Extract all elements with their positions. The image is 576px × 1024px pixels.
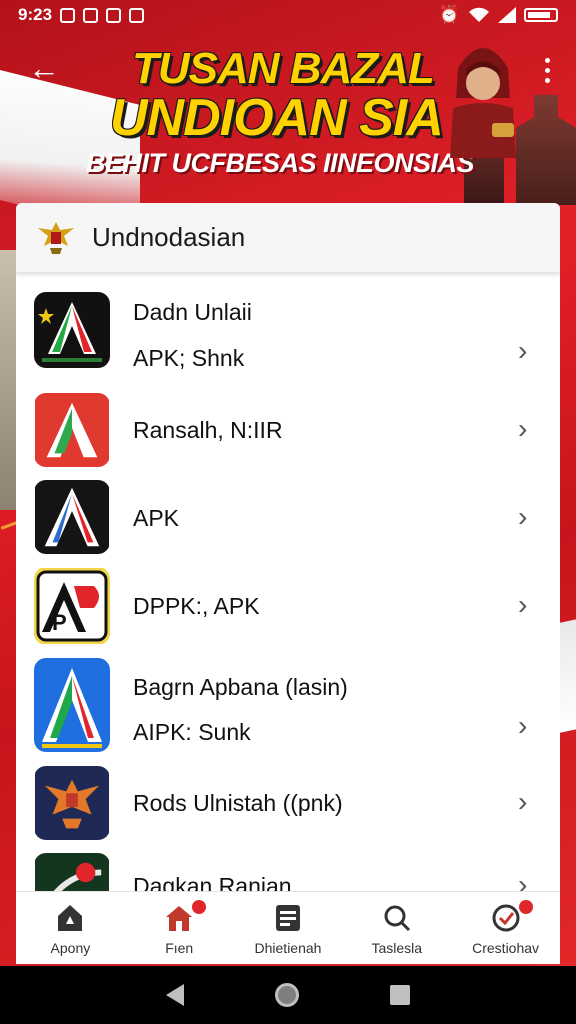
- nav-item-dhietienah[interactable]: Dhietienah: [234, 892, 343, 964]
- dot-icon: [544, 67, 550, 73]
- chevron-right-icon: ›: [518, 710, 528, 741]
- banner-title-line2: UNDIOAN SIA: [110, 89, 444, 147]
- notification-icon: [106, 7, 122, 23]
- app-name: Dadn Unlaii: [133, 299, 252, 325]
- chevron-right-icon: ›: [518, 335, 528, 366]
- bottom-navigation: Apony Fıen Dhietienah Taslesla Crestioha: [16, 891, 560, 964]
- search-icon: [384, 905, 410, 932]
- dot-icon: [544, 57, 550, 63]
- app-name: APK: [133, 505, 180, 531]
- wifi-icon: [469, 7, 489, 22]
- panel-header: Undnodasian: [16, 203, 560, 273]
- notification-icon: [129, 7, 145, 23]
- a-logo-blue-icon: [34, 658, 110, 752]
- battery-icon: [524, 8, 558, 22]
- list-item[interactable]: Rods Ulnistah ((pnk) ›: [16, 766, 560, 846]
- panel-title: Undnodasian: [92, 222, 246, 252]
- mascot-illustration: [450, 48, 516, 158]
- system-back-icon[interactable]: [165, 984, 184, 1006]
- notification-badge: [192, 900, 207, 914]
- chevron-right-icon: ›: [518, 413, 528, 444]
- banner-title-line1: TUSAN BAZAL: [132, 44, 435, 93]
- app-subtitle: APK; Shnk: [133, 345, 245, 371]
- system-recents-icon[interactable]: [390, 985, 411, 1005]
- house-badge-icon: [166, 906, 193, 931]
- system-navigation-bar: [0, 966, 576, 1024]
- app-name: Bagrn Apbana (lasin): [133, 674, 348, 700]
- status-bar: 9:23 ⏰: [0, 0, 576, 30]
- nav-label: Crestiohav: [472, 940, 540, 956]
- chevron-right-icon: ›: [518, 589, 528, 620]
- list-item[interactable]: P DPPK:, APK ›: [16, 567, 560, 647]
- notification-icon: [83, 7, 99, 23]
- app-subtitle: AIPK: Sunk: [133, 719, 251, 745]
- nav-item-taslesla[interactable]: Taslesla: [342, 892, 451, 964]
- chevron-right-icon: ›: [518, 501, 528, 532]
- list-item[interactable]: APK ›: [16, 480, 560, 560]
- app-name: Rods Ulnistah ((pnk): [133, 790, 343, 816]
- app-name: DPPK:, APK: [133, 593, 260, 619]
- svg-text:P: P: [52, 610, 67, 635]
- banner-subtitle: BEHIT UCFBESAS IINEONSIAS: [86, 148, 475, 178]
- garuda-icon: [34, 766, 110, 840]
- system-home-icon[interactable]: [274, 983, 299, 1007]
- nav-item-fien[interactable]: Fıen: [125, 892, 234, 964]
- nav-label: Dhietienah: [254, 940, 322, 956]
- nav-label: Fıen: [165, 940, 194, 956]
- alarm-icon: ⏰: [438, 5, 460, 24]
- back-button[interactable]: ←: [24, 50, 64, 90]
- flag-decoration: [560, 617, 576, 733]
- signal-icon: [498, 7, 516, 23]
- notification-badge: [518, 900, 533, 914]
- nav-item-apony[interactable]: Apony: [16, 892, 125, 964]
- profile-check-icon: [492, 904, 520, 932]
- chevron-right-icon: ›: [518, 786, 528, 817]
- more-options-button[interactable]: [532, 50, 562, 90]
- a-logo-dark-icon: [34, 480, 110, 554]
- app-name: Ransalh, N:IIR: [133, 417, 283, 443]
- garuda-emblem-icon: [38, 221, 74, 254]
- list-item[interactable]: Bagrn Apbana (lasin) AIPK: Sunk ›: [16, 656, 560, 758]
- list-item[interactable]: Dadn Unlaii APK; Shnk ›: [16, 283, 560, 387]
- list-item[interactable]: Ransalh, N:IIR ›: [16, 393, 560, 471]
- list-icon: [275, 905, 300, 931]
- home-icon: [58, 905, 83, 931]
- clock: 9:23: [18, 5, 53, 24]
- nav-label: Taslesla: [371, 940, 423, 956]
- a-logo-black-icon: [34, 292, 110, 368]
- app-list-panel: Undnodasian Dadn Unlaii APK; Shnk › Rans…: [16, 203, 560, 903]
- ap-logo-icon: P: [34, 567, 110, 645]
- arrow-left-icon: ←: [28, 50, 60, 86]
- nav-item-crestiohav[interactable]: Crestiohav: [451, 892, 560, 964]
- notification-icon: [60, 7, 76, 23]
- nav-label: Apony: [50, 940, 91, 956]
- a-logo-red-icon: [34, 393, 110, 467]
- dot-icon: [544, 77, 550, 83]
